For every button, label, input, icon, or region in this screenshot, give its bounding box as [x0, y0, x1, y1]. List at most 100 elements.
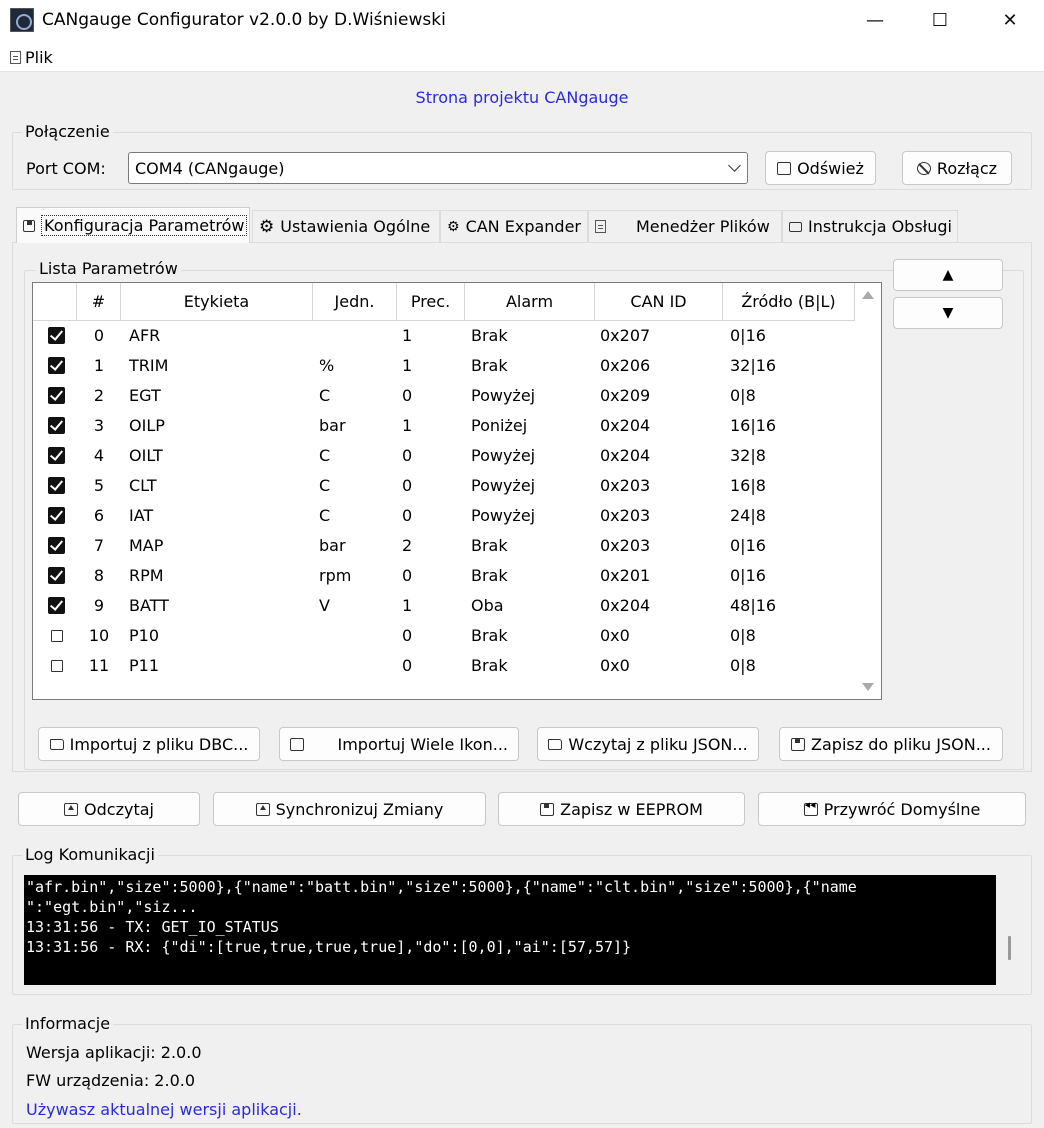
title-bar[interactable]: CANgauge Configurator v2.0.0 by D.Wiśnie…: [0, 0, 1044, 44]
file-icon: [595, 220, 606, 233]
col-label[interactable]: Etykieta: [121, 283, 313, 321]
table-row[interactable]: 7 MAP bar 2 Brak 0x203 0|16: [33, 531, 855, 561]
col-alarm[interactable]: Alarm: [465, 283, 595, 321]
row-alarm: Brak: [471, 326, 508, 345]
table-row[interactable]: 4 OILT C 0 Powyżej 0x204 32|8: [33, 441, 855, 471]
app-icon: [10, 8, 34, 32]
table-row[interactable]: 10 P10 0 Brak 0x0 0|8: [33, 621, 855, 651]
param-list-title: Lista Parametrów: [36, 259, 181, 278]
move-down-button[interactable]: ▼: [893, 297, 1003, 329]
book-icon: [789, 221, 802, 232]
tab-general-settings[interactable]: ⚙ Ustawienia Ogólne: [252, 210, 440, 242]
row-checkbox[interactable]: [51, 630, 63, 642]
gears-icon: ⚙: [447, 218, 460, 235]
row-checkbox[interactable]: [48, 597, 65, 614]
row-can-id: 0x0: [600, 656, 630, 675]
row-checkbox[interactable]: [48, 327, 65, 344]
row-alarm: Powyżej: [471, 506, 536, 525]
param-table[interactable]: # Etykieta Jedn. Prec. Alarm CAN ID Źród…: [32, 282, 882, 700]
port-select[interactable]: COM4 (CANgauge): [128, 152, 748, 184]
restore-defaults-button[interactable]: Przywróć Domyślne: [758, 792, 1026, 826]
table-row[interactable]: 0 AFR 1 Brak 0x207 0|16: [33, 321, 855, 351]
row-checkbox[interactable]: [48, 357, 65, 374]
row-can-id: 0x203: [600, 476, 651, 495]
scroll-down-icon[interactable]: [862, 683, 874, 691]
row-alarm: Powyżej: [471, 446, 536, 465]
row-source: 0|16: [730, 326, 766, 345]
table-row[interactable]: 6 IAT C 0 Powyżej 0x203 24|8: [33, 501, 855, 531]
row-alarm: Powyżej: [471, 476, 536, 495]
tab-can-expander-label: CAN Expander: [465, 217, 581, 236]
tab-file-manager[interactable]: Menedżer Plików: [588, 210, 782, 242]
save-icon: [791, 737, 806, 751]
rewind-icon: [803, 801, 818, 816]
table-row[interactable]: 1 TRIM% 1 Brak 0x206 32|16: [33, 351, 855, 381]
row-checkbox[interactable]: [48, 537, 65, 554]
table-row[interactable]: 11 P11 0 Brak 0x0 0|8: [33, 651, 855, 681]
row-alarm: Oba: [471, 596, 504, 615]
sync-button[interactable]: Synchronizuj Zmiany: [213, 792, 486, 826]
save-json-label: Zapisz do pliku JSON...: [811, 734, 991, 754]
tab-param-config[interactable]: Konfiguracja Parametrów: [16, 207, 250, 243]
col-can-id[interactable]: CAN ID: [595, 283, 723, 321]
log-scrollbar[interactable]: [1008, 936, 1011, 960]
row-unit: bar: [319, 536, 346, 555]
load-json-label: Wczytaj z pliku JSON...: [568, 734, 748, 754]
row-checkbox[interactable]: [48, 387, 65, 404]
close-button[interactable]: ✕: [990, 6, 1030, 36]
tab-can-expander[interactable]: ⚙ CAN Expander: [440, 210, 588, 242]
row-label: OILP: [129, 416, 165, 435]
row-precision: 0: [402, 566, 413, 585]
update-status-text: Używasz aktualnej wersji aplikacji.: [26, 1100, 302, 1119]
row-unit: C: [319, 506, 331, 525]
log-console[interactable]: "afr.bin","size":5000},{"name":"batt.bin…: [24, 875, 996, 985]
table-row[interactable]: 2 EGT C 0 Powyżej 0x209 0|8: [33, 381, 855, 411]
table-row[interactable]: 5 CLT C 0 Powyżej 0x203 16|8: [33, 471, 855, 501]
project-link[interactable]: Strona projektu CANgauge: [0, 88, 1044, 107]
minimize-button[interactable]: —: [855, 6, 895, 36]
row-checkbox[interactable]: [48, 417, 65, 434]
tab-user-manual[interactable]: Instrukcja Obsługi: [782, 210, 958, 242]
menu-file-label: Plik: [25, 48, 53, 67]
maximize-button[interactable]: ☐: [920, 6, 960, 36]
row-checkbox[interactable]: [48, 567, 65, 584]
row-label: CLT: [129, 476, 157, 495]
row-index: 5: [93, 476, 105, 495]
menu-bar: Plik: [0, 44, 1044, 72]
table-row[interactable]: 9 BATT V 1 Oba 0x204 48|16: [33, 591, 855, 621]
menu-file[interactable]: Plik: [10, 48, 53, 67]
row-unit: C: [319, 386, 331, 405]
row-checkbox[interactable]: [51, 660, 63, 672]
row-can-id: 0x201: [600, 566, 651, 585]
import-dbc-button[interactable]: Importuj z pliku DBC...: [38, 727, 260, 761]
disconnect-button[interactable]: Rozłącz: [902, 151, 1012, 185]
scroll-up-icon[interactable]: [862, 291, 874, 299]
refresh-button-label: Odśwież: [797, 158, 864, 178]
col-index[interactable]: #: [77, 283, 121, 321]
row-can-id: 0x207: [600, 326, 651, 345]
col-check: [33, 283, 77, 321]
col-precision[interactable]: Prec.: [397, 283, 465, 321]
table-row[interactable]: 8 RPM rpm 0 Brak 0x201 0|16: [33, 561, 855, 591]
load-json-button[interactable]: Wczytaj z pliku JSON...: [537, 727, 759, 761]
col-unit[interactable]: Jedn.: [313, 283, 397, 321]
move-up-button[interactable]: ▲: [893, 259, 1003, 291]
save-json-button[interactable]: Zapisz do pliku JSON...: [779, 727, 1003, 761]
read-button[interactable]: Odczytaj: [18, 792, 200, 826]
row-index: 0: [93, 326, 105, 345]
col-source[interactable]: Źródło (B|L): [723, 283, 855, 321]
import-icons-button[interactable]: Importuj Wiele Ikon...: [279, 727, 519, 761]
restore-defaults-label: Przywróć Domyślne: [823, 799, 981, 819]
row-checkbox[interactable]: [48, 507, 65, 524]
row-can-id: 0x0: [600, 626, 630, 645]
save-eeprom-button[interactable]: Zapisz w EEPROM: [498, 792, 745, 826]
row-label: AFR: [129, 326, 161, 345]
table-row[interactable]: 3 OILP bar 1 Poniżej 0x204 16|16: [33, 411, 855, 441]
row-checkbox[interactable]: [48, 447, 65, 464]
gear-icon: ⚙: [259, 216, 275, 237]
row-precision: 0: [402, 626, 413, 645]
row-source: 48|16: [730, 596, 777, 615]
table-scrollbar[interactable]: [855, 283, 881, 699]
refresh-button[interactable]: Odśwież: [765, 151, 876, 185]
row-checkbox[interactable]: [48, 477, 65, 494]
